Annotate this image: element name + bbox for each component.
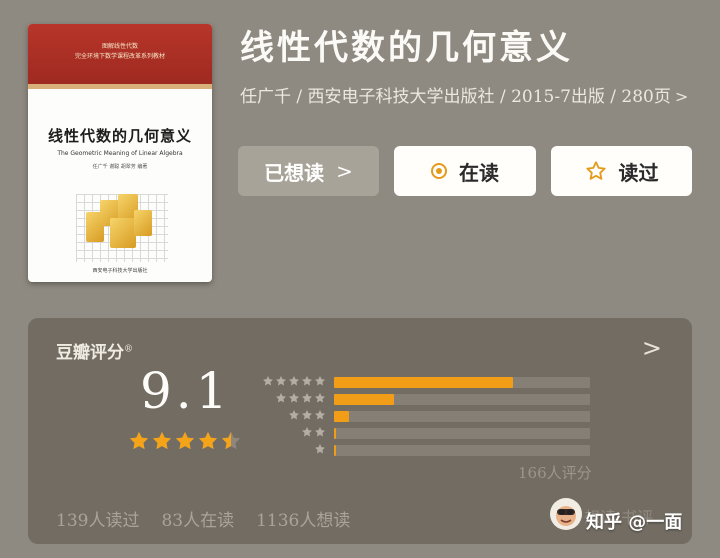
rating-bar-track bbox=[334, 445, 590, 456]
cover-title: 线性代数的几何意义 bbox=[47, 127, 192, 145]
cover-series-band: 图解线性代数 完全环境下数学课程改革系列教材 bbox=[28, 24, 212, 84]
star-outline-icon bbox=[585, 160, 607, 182]
small-star-icon bbox=[302, 376, 312, 386]
wished-label: 已想读 bbox=[264, 160, 325, 185]
cover-publisher: 西安电子科技大学出版社 bbox=[92, 268, 148, 274]
rating-star-icon bbox=[221, 431, 241, 450]
rating-distribution bbox=[258, 374, 594, 459]
small-star-icon bbox=[315, 410, 325, 420]
reading-label: 在读 bbox=[459, 160, 499, 185]
reading-button[interactable]: 在读 bbox=[394, 146, 536, 196]
rating-bar-track bbox=[334, 394, 590, 405]
row-stars bbox=[301, 426, 326, 438]
row-stars bbox=[275, 392, 326, 404]
rating-bar-track bbox=[334, 411, 590, 422]
book-title: 线性代数的几何意义 bbox=[240, 28, 573, 68]
stat-read[interactable]: 139人读过 bbox=[56, 506, 139, 531]
rating-star-icon bbox=[129, 431, 149, 450]
rating-count[interactable]: 166人评分 bbox=[518, 462, 592, 483]
small-star-icon bbox=[315, 393, 325, 403]
rating-row-4-star bbox=[258, 391, 594, 408]
small-star-icon bbox=[289, 376, 299, 386]
stat-reading[interactable]: 83人在读 bbox=[161, 506, 234, 531]
cover-authors: 任广千 谢聪 胡翠芳 编著 bbox=[92, 164, 148, 170]
rating-label-text: 豆瓣评分 bbox=[56, 343, 124, 363]
registered-mark: ® bbox=[124, 344, 133, 355]
stat-wished[interactable]: 1136人想读 bbox=[256, 506, 350, 531]
cover-stripe bbox=[28, 84, 212, 89]
cover-cube-illustration bbox=[76, 194, 168, 262]
rating-bar-fill bbox=[334, 445, 336, 456]
book-meta-link[interactable]: 任广千 / 西安电子科技大学出版社 / 2015-7出版 / 280页 > bbox=[240, 86, 700, 108]
cover-series-line2: 完全环境下数学课程改革系列教材 bbox=[74, 53, 165, 60]
rating-stars bbox=[128, 430, 242, 452]
book-cover[interactable]: 图解线性代数 完全环境下数学课程改革系列教材 线性代数的几何意义 The Geo… bbox=[28, 24, 212, 282]
rating-score: 9.1 bbox=[140, 362, 232, 420]
rating-star-icon bbox=[175, 431, 195, 450]
rating-star-icon bbox=[152, 431, 172, 450]
reader-stats: 139人读过 83人在读 1136人想读 bbox=[56, 506, 350, 531]
rating-row-3-star bbox=[258, 408, 594, 425]
rating-row-2-star bbox=[258, 425, 594, 442]
circle-dot-icon bbox=[431, 163, 447, 179]
zhihu-watermark: 知乎 @一面 bbox=[586, 512, 683, 533]
small-star-icon bbox=[315, 376, 325, 386]
small-star-icon bbox=[302, 427, 312, 437]
small-star-icon bbox=[289, 393, 299, 403]
cover-series-line1: 图解线性代数 bbox=[101, 43, 138, 50]
small-star-icon bbox=[263, 376, 273, 386]
rating-row-5-star bbox=[258, 374, 594, 391]
small-star-icon bbox=[276, 376, 286, 386]
cover-subtitle: The Geometric Meaning of Linear Algebra bbox=[57, 150, 183, 157]
small-star-icon bbox=[276, 393, 286, 403]
book-meta-text: 任广千 / 西安电子科技大学出版社 / 2015-7出版 / 280页 bbox=[240, 87, 671, 107]
rating-bar-fill bbox=[334, 394, 395, 405]
read-label: 读过 bbox=[618, 160, 659, 185]
user-avatar bbox=[550, 498, 582, 530]
chevron-right-icon: > bbox=[674, 87, 689, 106]
small-star-icon bbox=[289, 410, 299, 420]
row-stars bbox=[262, 375, 326, 387]
rating-row-1-star bbox=[258, 442, 594, 459]
wished-button[interactable]: 已想读 > bbox=[238, 146, 379, 196]
chevron-right-icon: > bbox=[336, 159, 353, 183]
small-star-icon bbox=[315, 444, 325, 454]
rating-bar-track bbox=[334, 377, 590, 388]
row-stars bbox=[288, 409, 326, 421]
rating-bar-fill bbox=[334, 411, 349, 422]
read-button[interactable]: 读过 bbox=[551, 146, 692, 196]
rating-bar-fill bbox=[334, 428, 336, 439]
rating-label: 豆瓣评分® bbox=[56, 338, 133, 363]
small-star-icon bbox=[302, 393, 312, 403]
rating-bar-fill bbox=[334, 377, 513, 388]
small-star-icon bbox=[302, 410, 312, 420]
rating-bar-track bbox=[334, 428, 590, 439]
rating-star-icon bbox=[198, 431, 218, 450]
row-stars bbox=[314, 443, 326, 455]
small-star-icon bbox=[315, 427, 325, 437]
chevron-right-icon[interactable]: > bbox=[642, 334, 662, 362]
